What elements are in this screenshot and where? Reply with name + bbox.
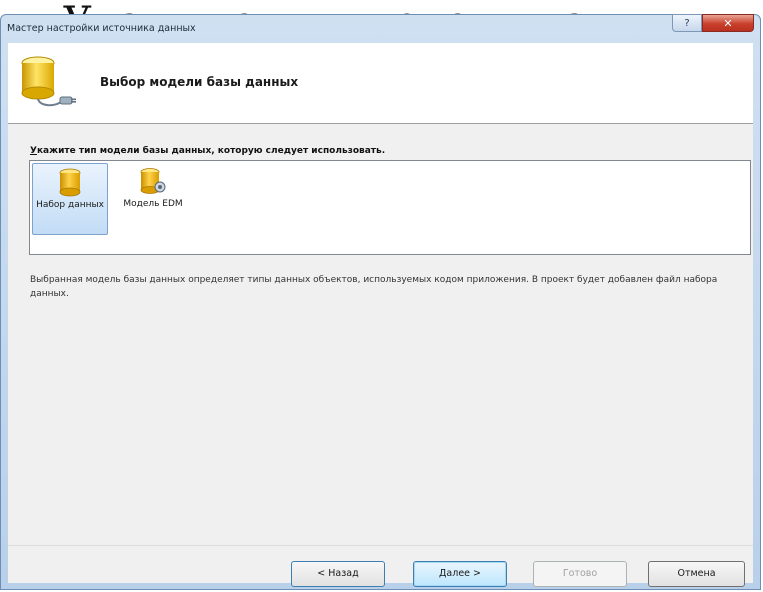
list-item-edm[interactable]: Модель EDM xyxy=(118,163,188,235)
wizard-header: Выбор модели базы данных xyxy=(8,43,753,124)
title-bar[interactable]: Мастер настройки источника данных ? ✕ xyxy=(1,14,760,43)
page-title: Выбор модели базы данных xyxy=(100,75,299,89)
help-button[interactable]: ? xyxy=(672,14,702,32)
prompt-accelerator: У xyxy=(30,146,37,156)
list-item-dataset[interactable]: Набор данных xyxy=(32,163,108,235)
dataset-icon xyxy=(59,168,81,197)
wizard-client-area: Выбор модели базы данных Укажите тип мод… xyxy=(8,43,753,587)
footer-divider xyxy=(8,545,753,546)
model-type-list[interactable]: Набор данных Модель EDM xyxy=(29,160,751,255)
prompt-text: кажите тип модели базы данных, которую с… xyxy=(36,146,386,156)
database-connection-icon xyxy=(21,56,76,107)
back-button[interactable]: < Назад xyxy=(291,561,385,587)
dataset-label: Набор данных xyxy=(36,200,104,210)
model-type-prompt: Укажите тип модели базы данных, которую … xyxy=(30,146,385,156)
window-title: Мастер настройки источника данных xyxy=(7,23,196,34)
edm-model-icon xyxy=(140,168,166,194)
edm-label: Модель EDM xyxy=(123,199,183,209)
finish-button[interactable]: Готово xyxy=(533,561,627,587)
model-description: Выбранная модель базы данных определяет … xyxy=(30,275,718,299)
cancel-button[interactable]: Отмена xyxy=(648,561,745,587)
wizard-window: Мастер настройки источника данных ? ✕ Вы… xyxy=(0,14,761,590)
next-button[interactable]: Далее > xyxy=(413,561,507,587)
close-button[interactable]: ✕ xyxy=(702,14,754,32)
